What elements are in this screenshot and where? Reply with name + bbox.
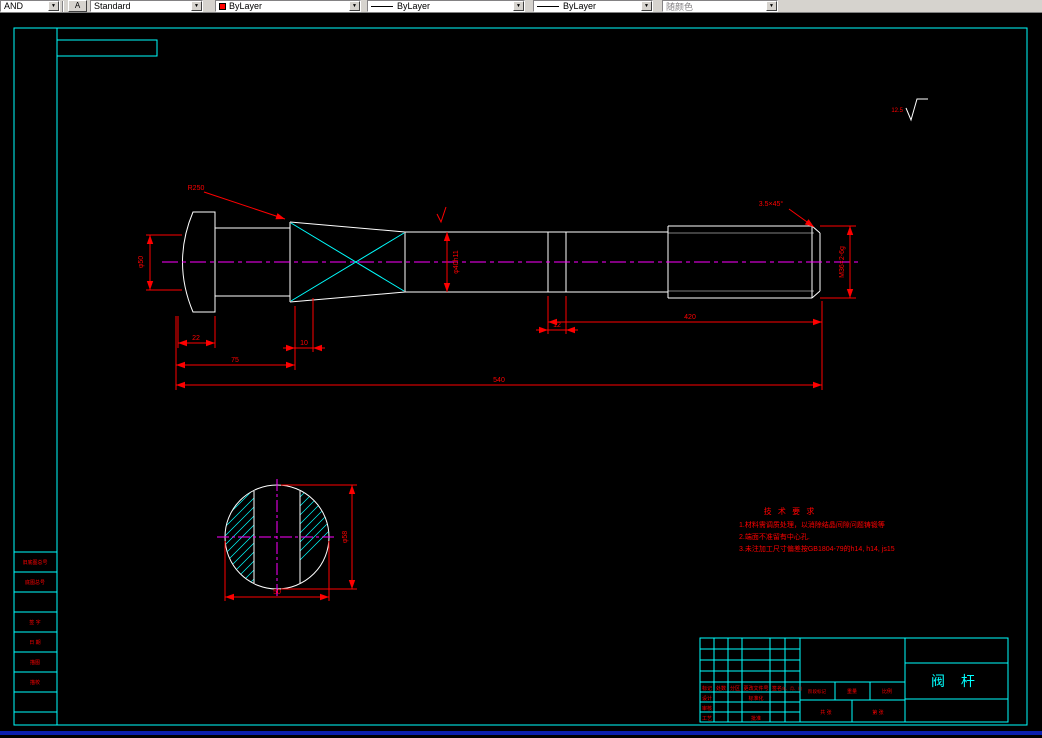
tech-req-item: 1.材料需调质处理，以消除结晶间隙问题铸锻等 — [739, 520, 885, 529]
side-table-row-label: 签 字 — [29, 619, 40, 626]
tb-sheet-total: 共 张 — [820, 709, 831, 716]
tb-header-sign: 签名 — [772, 685, 782, 692]
linetype-combo-value: ByLayer — [397, 1, 431, 11]
lineweight-combo-value: ByLayer — [563, 1, 597, 11]
shaft-roughness-icon — [436, 206, 447, 224]
layer-combo-value: AND — [4, 1, 24, 11]
side-table-row-label: 日 期 — [29, 640, 40, 646]
tech-requirements: 技 术 要 求 1.材料需调质处理，以消除结晶间隙问题铸锻等 2.端面不准留有中… — [739, 506, 895, 553]
color-combo-value: ByLayer — [229, 1, 263, 11]
title-block-labels: 标记 处数 分区 更改文件号 签名 年、月、日 设计 审核 工艺 标准化 批准 … — [702, 685, 892, 722]
tb-sheet-num: 第 张 — [872, 709, 883, 716]
main-toolbar: AND ▼ A Standard ▼ ByLayer ▼ ByLayer ▼ B… — [0, 0, 1042, 13]
text-style-icon[interactable]: A — [68, 0, 87, 12]
dim-thread-spec: M36×2-6g — [839, 246, 846, 278]
color-combo[interactable]: ByLayer ▼ — [215, 0, 361, 12]
tb-weight-label: 重量 — [847, 688, 857, 695]
corner-reference-box — [56, 39, 158, 57]
side-table-grid — [14, 551, 57, 713]
roughness-value: 12.5 — [891, 108, 903, 114]
section-centerlines — [217, 479, 337, 597]
tb-header-docno: 更改文件号 — [743, 685, 768, 692]
tb-scale-label: 比例 — [882, 688, 892, 695]
model-space-canvas[interactable]: 旧底图总号 底图总号 签 字 日 期 描图 描校 22 75 10 12 420… — [0, 13, 1042, 731]
tech-req-item: 3.未注加工尺寸偏差按GB1804-79的h14, h14, js15 — [739, 544, 895, 553]
lineweight-combo[interactable]: ByLayer ▼ — [533, 0, 653, 12]
side-table-labels: 旧底图总号 底图总号 签 字 日 期 描图 描校 — [22, 559, 47, 686]
linetype-sample-icon — [371, 5, 393, 7]
side-table-row-label: 底图总号 — [25, 579, 45, 586]
text-style-value: Standard — [94, 1, 131, 11]
tb-header-date: 年、月、日 — [782, 685, 802, 691]
tb-role-check: 审核 — [702, 705, 712, 712]
tb-role-standard: 标准化 — [748, 695, 763, 702]
cad-drawing[interactable]: 旧底图总号 底图总号 签 字 日 期 描图 描校 22 75 10 12 420… — [0, 13, 1042, 731]
drawing-frame — [13, 27, 1028, 726]
tb-stage-label: 阶段标记 — [808, 688, 826, 695]
tb-header-zone: 分区 — [730, 685, 740, 692]
dim-radius-note: R250 — [188, 185, 205, 192]
linetype-combo[interactable]: ByLayer ▼ — [367, 0, 525, 12]
layer-combo-arrow-icon[interactable]: ▼ — [48, 1, 59, 11]
toolbar-separator — [62, 0, 64, 12]
plotstyle-combo[interactable]: 随颜色 ▼ — [662, 0, 778, 12]
dim-head-length: 75 — [231, 357, 239, 364]
chamfer-leader — [788, 208, 815, 228]
color-swatch-icon — [219, 2, 226, 10]
tb-header-count: 处数 — [716, 685, 726, 692]
side-table-row-label: 旧底图总号 — [22, 559, 47, 566]
plotstyle-combo-value: 随颜色 — [666, 1, 694, 12]
tech-req-title: 技 术 要 求 — [764, 506, 817, 516]
dim-section-dia: φ58 — [342, 531, 349, 543]
dim-taper-len: 10 — [300, 340, 308, 347]
dim-overall-length: 540 — [493, 377, 505, 384]
tb-role-design: 设计 — [702, 695, 712, 702]
dim-neck-dia: φ50 — [138, 256, 145, 268]
text-style-arrow-icon[interactable]: ▼ — [191, 1, 202, 11]
side-table-row-label: 描校 — [30, 679, 40, 686]
dim-groove-width: 12 — [553, 322, 561, 329]
dim-section-flat-width: 50 — [273, 589, 281, 596]
tb-role-approve: 批准 — [751, 715, 761, 722]
plotstyle-combo-arrow-icon: ▼ — [766, 1, 777, 11]
part-name: 阀 杆 — [931, 673, 981, 689]
layer-combo[interactable]: AND ▼ — [0, 0, 60, 12]
linetype-combo-arrow-icon[interactable]: ▼ — [513, 1, 524, 11]
dim-shaft-dia: φ40h11 — [453, 250, 460, 274]
side-table-row-label: 描图 — [30, 659, 40, 666]
dim-thread-section-length: 420 — [684, 314, 696, 321]
radius-leader — [203, 191, 286, 220]
dim-flange-width: 22 — [192, 335, 200, 342]
text-style-combo[interactable]: Standard ▼ — [90, 0, 203, 12]
dim-chamfer-note: 3.5×45° — [759, 200, 784, 208]
lineweight-combo-arrow-icon[interactable]: ▼ — [641, 1, 652, 11]
surface-roughness-icon — [905, 98, 928, 122]
tb-header-mark: 标记 — [702, 685, 712, 692]
tb-role-process: 工艺 — [702, 716, 712, 722]
color-combo-arrow-icon[interactable]: ▼ — [349, 1, 360, 11]
tech-req-item: 2.端面不准留有中心孔. — [739, 532, 810, 541]
lineweight-sample-icon — [537, 5, 559, 7]
